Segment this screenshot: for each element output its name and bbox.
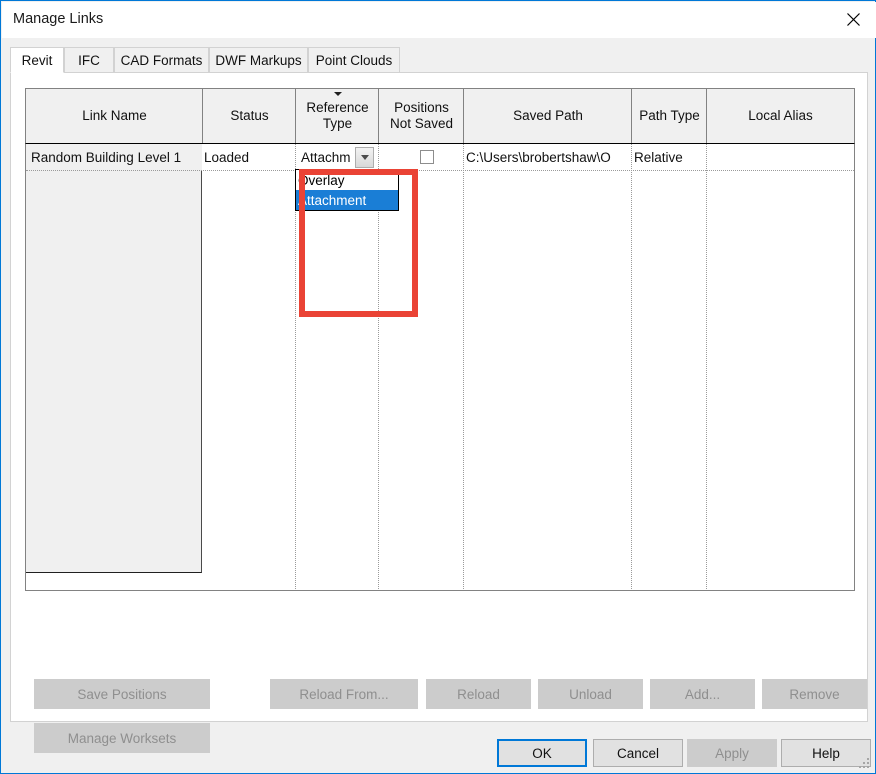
tab-cad-formats-label: CAD Formats [120,52,203,68]
manage-worksets-button[interactable]: Manage Worksets [34,723,210,753]
link-name-column-background [26,144,202,573]
reload-from-button[interactable]: Reload From... [270,679,418,709]
column-header-positions-not-saved-line2: Not Saved [389,116,454,131]
positions-not-saved-checkbox[interactable] [420,150,434,164]
links-table: Link Name Status Reference Type Position… [25,88,855,591]
chevron-down-glyph [360,155,369,160]
table-row-status: Loaded [204,149,250,165]
column-divider [631,144,632,589]
revit-tab-panel: Link Name Status Reference Type Position… [10,72,868,753]
table-header-row: Link Name Status Reference Type Position… [25,88,855,144]
table-row-path-type[interactable]: Relative [634,144,706,170]
column-header-reference-type[interactable]: Reference Type [296,89,379,143]
dropdown-option-attachment[interactable]: Attachment [296,190,398,210]
reference-type-combobox[interactable]: Attachm [298,147,374,168]
column-header-positions-not-saved-line1: Positions [394,100,449,116]
column-header-saved-path[interactable]: Saved Path [464,89,632,143]
tab-point-clouds[interactable]: Point Clouds [308,47,400,73]
window-title: Manage Links [13,11,104,27]
column-header-status[interactable]: Status [203,89,296,143]
sort-descending-icon [334,92,342,96]
column-divider [463,144,464,589]
resize-grip[interactable] [859,758,871,770]
tab-ifc-label: IFC [78,52,100,68]
help-button[interactable]: Help [781,739,871,767]
tab-ifc[interactable]: IFC [64,47,114,73]
title-bar: Manage Links [2,2,876,38]
tab-strip: Revit IFC CAD Formats DWF Markups Point … [10,47,868,73]
tab-dwf-markups-label: DWF Markups [215,52,302,68]
column-header-reference-type-line2: Type [322,116,353,131]
tab-revit-label: Revit [21,52,53,68]
table-row-reference-type[interactable]: Attachm [296,144,378,170]
save-positions-button[interactable]: Save Positions [34,679,210,709]
add-button[interactable]: Add... [650,679,755,709]
table-row-saved-path: C:\Users\brobertshaw\O [466,149,611,165]
remove-button[interactable]: Remove [762,679,867,709]
column-header-positions-not-saved[interactable]: Positions Not Saved [379,89,464,143]
manage-links-dialog: Manage Links Revit IFC CAD Formats DWF M… [0,0,876,774]
apply-button[interactable]: Apply [687,739,777,767]
cancel-button[interactable]: Cancel [593,739,683,767]
tab-dwf-markups[interactable]: DWF Markups [209,47,308,73]
column-header-path-type[interactable]: Path Type [632,89,707,143]
tab-revit[interactable]: Revit [10,47,64,73]
table-body[interactable]: Random Building Level 1 Loaded Attachm C… [25,144,855,591]
row-divider [26,170,854,171]
table-row-local-alias[interactable] [709,144,853,170]
unload-button[interactable]: Unload [538,679,643,709]
reference-type-combobox-value: Attachm [301,150,351,165]
tab-point-clouds-label: Point Clouds [315,52,393,68]
table-row-positions-not-saved[interactable] [379,144,463,170]
reference-type-dropdown-list[interactable]: Overlay Attachment [295,169,399,211]
column-header-reference-type-line1: Reference [306,100,369,116]
reload-button[interactable]: Reload [426,679,531,709]
column-divider [706,144,707,589]
chevron-down-icon[interactable] [355,147,374,168]
tab-cad-formats[interactable]: CAD Formats [114,47,209,73]
close-icon[interactable] [830,2,876,36]
ok-button[interactable]: OK [497,739,587,767]
dropdown-option-overlay[interactable]: Overlay [296,170,398,190]
column-header-local-alias[interactable]: Local Alias [707,89,854,143]
table-row-link-name[interactable]: Random Building Level 1 [26,144,202,170]
column-header-link-name[interactable]: Link Name [26,89,203,143]
